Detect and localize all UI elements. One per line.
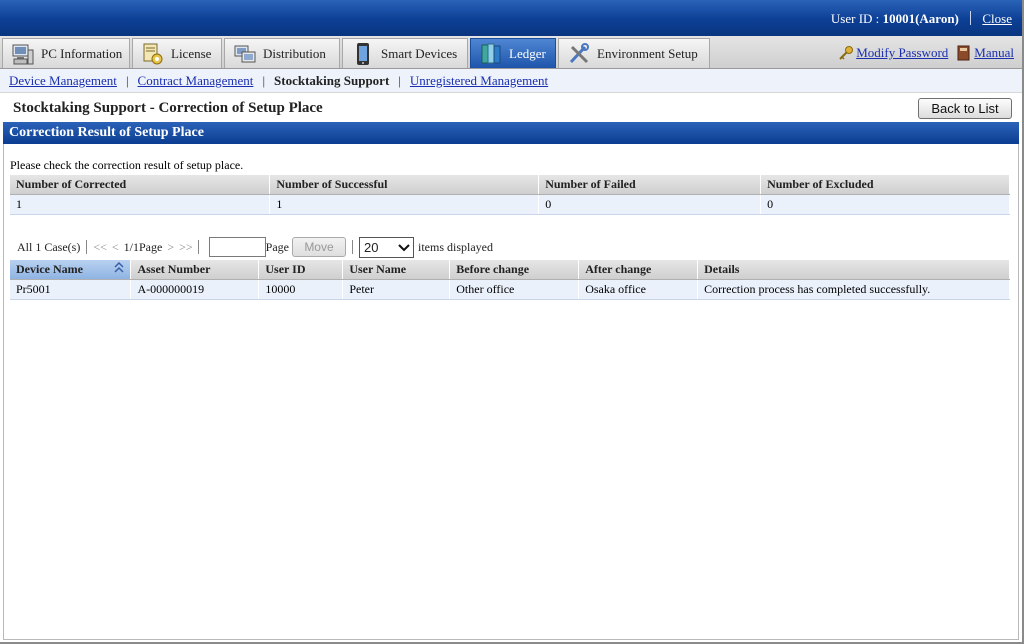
summary-table: Number of Corrected Number of Successful… xyxy=(10,175,1010,215)
instruction-text: Please check the correction result of se… xyxy=(10,158,244,172)
cell-asset-number: A-000000019 xyxy=(130,279,260,300)
subnav-device-management[interactable]: Device Management xyxy=(9,73,117,89)
column-label: Device Name xyxy=(16,261,83,276)
value-number-of-excluded: 0 xyxy=(760,194,1010,215)
tools-icon xyxy=(567,42,591,66)
key-icon xyxy=(838,45,854,61)
subnav-unregistered-management[interactable]: Unregistered Management xyxy=(410,73,548,89)
items-per-page-value: 20 xyxy=(363,239,379,255)
user-id-label: User ID : xyxy=(830,11,883,26)
back-to-list-button[interactable]: Back to List xyxy=(918,98,1012,119)
tab-label: Ledger xyxy=(509,45,546,61)
page-label: Page xyxy=(265,239,289,254)
value-number-of-failed: 0 xyxy=(538,194,762,215)
column-user-id[interactable]: User ID xyxy=(258,260,344,280)
divider xyxy=(351,240,353,254)
header-number-of-failed: Number of Failed xyxy=(538,175,762,195)
move-button[interactable]: Move xyxy=(291,237,346,257)
divider: | xyxy=(262,72,266,88)
table-row: Pr5001 A-000000019 10000 Peter Other off… xyxy=(10,279,1010,300)
distribution-icon xyxy=(233,42,257,66)
tab-distribution[interactable]: Distribution xyxy=(224,38,340,68)
items-per-page-select[interactable]: 20 xyxy=(358,236,414,258)
subnav-contract-management[interactable]: Contract Management xyxy=(138,73,254,89)
divider xyxy=(86,240,88,254)
sort-ascending-icon[interactable] xyxy=(114,261,124,277)
tab-pc-information[interactable]: PC Information xyxy=(2,38,130,68)
tab-environment-setup[interactable]: Environment Setup xyxy=(558,38,710,68)
cell-user-name: Peter xyxy=(342,279,451,300)
table-row: 1 1 0 0 xyxy=(10,194,1010,215)
column-asset-number[interactable]: Asset Number xyxy=(130,260,260,280)
manual-book-icon xyxy=(956,45,972,61)
page-number-input[interactable] xyxy=(208,237,266,257)
value-number-of-successful: 1 xyxy=(269,194,540,215)
pagination-bar: All 1 Case(s) << < 1/1Page > >> Page Mov… xyxy=(17,236,493,258)
content-panel xyxy=(3,144,1019,640)
subnav-stocktaking-support: Stocktaking Support xyxy=(274,72,390,88)
next-page-link[interactable]: > xyxy=(167,240,174,255)
column-device-name[interactable]: Device Name xyxy=(10,260,132,280)
divider: | xyxy=(125,72,129,88)
ledger-icon xyxy=(479,42,503,66)
last-page-link[interactable]: >> xyxy=(179,240,193,255)
license-icon xyxy=(141,42,165,66)
cell-before-change: Other office xyxy=(449,279,580,300)
modify-password-link[interactable]: Modify Password xyxy=(856,45,948,61)
column-before-change[interactable]: Before change xyxy=(449,260,580,280)
header-number-of-excluded: Number of Excluded xyxy=(760,175,1010,195)
page-info: 1/1Page xyxy=(123,239,163,254)
tab-smart-devices[interactable]: Smart Devices xyxy=(342,38,468,68)
cell-device-name: Pr5001 xyxy=(10,279,132,300)
column-user-name[interactable]: User Name xyxy=(342,260,451,280)
column-details[interactable]: Details xyxy=(697,260,1010,280)
cell-details: Correction process has completed success… xyxy=(697,279,1010,300)
sub-navigation: Device Management | Contract Management … xyxy=(0,69,1022,93)
divider xyxy=(197,240,199,254)
total-count: All 1 Case(s) xyxy=(17,239,81,254)
header-number-of-successful: Number of Successful xyxy=(269,175,540,195)
prev-page-link[interactable]: < xyxy=(112,240,119,255)
first-page-link[interactable]: << xyxy=(93,240,107,255)
close-link[interactable]: Close xyxy=(982,11,1012,26)
results-table: Device Name Asset Number User ID User Na… xyxy=(10,260,1010,300)
pc-icon xyxy=(11,42,35,66)
table-header-row: Device Name Asset Number User ID User Na… xyxy=(10,260,1010,280)
header-number-of-corrected: Number of Corrected xyxy=(10,175,271,195)
user-info: User ID : 10001(Aaron) Close xyxy=(831,11,1012,27)
tab-label: Distribution xyxy=(263,45,326,61)
divider: | xyxy=(398,72,401,88)
smartphone-icon xyxy=(351,42,375,66)
tab-label: Environment Setup xyxy=(597,45,698,61)
page-title: Stocktaking Support - Correction of Setu… xyxy=(13,100,323,116)
tab-license[interactable]: License xyxy=(132,38,222,68)
column-after-change[interactable]: After change xyxy=(578,260,699,280)
divider xyxy=(970,11,972,25)
tab-ledger[interactable]: Ledger xyxy=(470,38,556,68)
tab-label: Smart Devices xyxy=(381,45,458,61)
user-id-value: 10001(Aaron) xyxy=(882,11,959,26)
cell-after-change: Osaka office xyxy=(578,279,699,300)
tab-label: License xyxy=(171,45,212,61)
top-banner: User ID : 10001(Aaron) Close xyxy=(0,0,1022,36)
value-number-of-corrected: 1 xyxy=(10,194,271,215)
table-header-row: Number of Corrected Number of Successful… xyxy=(10,175,1010,195)
section-header: Correction Result of Setup Place xyxy=(3,122,1019,144)
manual-link[interactable]: Manual xyxy=(974,45,1014,61)
header-right-links: Modify Password Manual xyxy=(830,45,1014,61)
items-displayed-label: items displayed xyxy=(417,239,493,254)
tab-label: PC Information xyxy=(41,45,123,61)
cell-user-id: 10000 xyxy=(258,279,344,300)
